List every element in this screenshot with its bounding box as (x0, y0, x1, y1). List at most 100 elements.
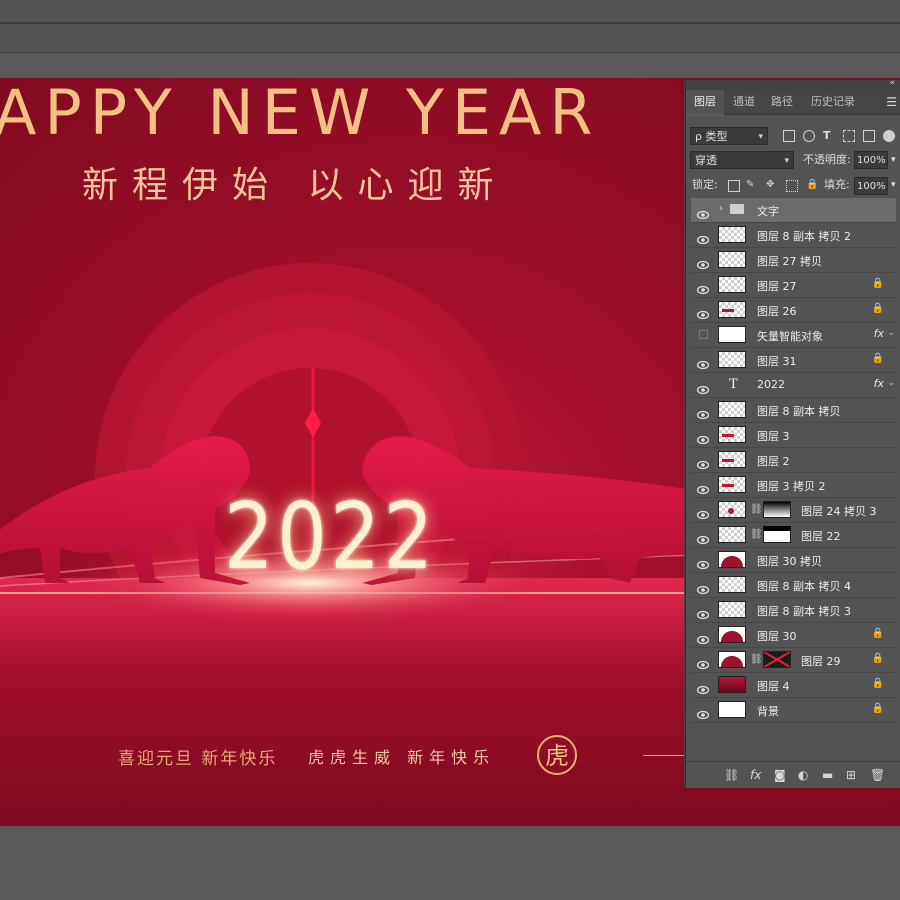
tab-paths[interactable]: 路径 (764, 90, 800, 114)
fx-icon[interactable]: fx (750, 768, 761, 782)
chain-link-icon[interactable]: ⛓ (750, 654, 763, 665)
mask-icon[interactable]: ◙ (774, 768, 786, 782)
eye-icon[interactable] (696, 205, 710, 220)
panel-titlebar[interactable]: « (686, 78, 900, 90)
chevron-right-icon[interactable]: › (719, 203, 723, 214)
panel-menu-icon[interactable]: ☰ (886, 90, 897, 114)
layer-row[interactable]: 图层 8 副本 拷贝 2 (691, 223, 896, 248)
lock-transparent-icon[interactable] (728, 180, 740, 192)
layer-name: 图层 30 拷贝 (757, 555, 822, 568)
smart-object-filter-icon[interactable] (863, 130, 875, 142)
lock-position-icon[interactable]: ✥ (766, 179, 774, 191)
link-icon[interactable]: ⛓ (724, 768, 739, 782)
layer-row[interactable]: 图层 2 (691, 448, 896, 473)
eye-icon[interactable] (696, 405, 710, 420)
collapse-icon[interactable]: « (889, 78, 895, 88)
layer-thumbnail (718, 301, 746, 318)
lock-icon: 🔒 (871, 653, 884, 664)
eye-icon[interactable] (696, 305, 710, 320)
adjustment-icon[interactable]: ◐ (798, 768, 808, 782)
chain-link-icon[interactable]: ⛓ (750, 504, 763, 515)
fx-icon[interactable]: fx (874, 377, 884, 390)
layer-thumbnail (718, 476, 746, 493)
layer-row-text[interactable]: T 2022 fx ⌄ (691, 373, 896, 398)
layer-thumbnail (718, 701, 746, 718)
fill-input[interactable]: 100% (854, 177, 888, 195)
layer-row[interactable]: 图层 31 🔒 (691, 348, 896, 373)
layer-name: 图层 3 (757, 430, 790, 443)
layer-row[interactable]: 图层 4 🔒 (691, 673, 896, 698)
eye-icon[interactable] (696, 430, 710, 445)
tab-channels[interactable]: 通道 (726, 90, 762, 114)
eye-icon[interactable] (696, 355, 710, 370)
eye-icon[interactable] (696, 630, 710, 645)
eye-icon[interactable] (696, 380, 710, 395)
eye-icon[interactable] (696, 530, 710, 545)
layer-row-group-text[interactable]: › 文字 (691, 198, 896, 223)
layer-mask-thumbnail[interactable] (763, 651, 791, 668)
layer-row-masked[interactable]: ⛓ 图层 22 (691, 523, 896, 548)
lock-pixels-icon[interactable]: ✎ (746, 179, 754, 191)
eye-icon[interactable] (696, 230, 710, 245)
pixel-filter-icon[interactable] (783, 130, 795, 142)
layer-mask-thumbnail[interactable] (763, 501, 791, 518)
panel-tabs: 图层 通道 路径 历史记录 ☰ (686, 90, 900, 116)
lock-label: 锁定: (692, 178, 718, 191)
eye-icon[interactable] (696, 255, 710, 270)
layer-thumbnail (718, 576, 746, 593)
fx-icon[interactable]: fx (874, 327, 884, 340)
lock-artboard-icon[interactable] (786, 180, 798, 192)
layer-row[interactable]: 图层 8 副本 拷贝 3 (691, 598, 896, 623)
layer-row[interactable]: 图层 26 🔒 (691, 298, 896, 323)
filter-toggle-icon[interactable] (883, 130, 895, 142)
layer-name: 图层 2 (757, 455, 790, 468)
lock-all-icon[interactable]: 🔒 (806, 179, 818, 191)
eye-icon[interactable] (696, 505, 710, 520)
blend-mode-select[interactable]: 穿透 ▾ (690, 151, 794, 169)
chain-link-icon[interactable]: ⛓ (750, 529, 763, 540)
layer-row-masked[interactable]: ⛓ 图层 24 拷贝 3 (691, 498, 896, 523)
layer-row[interactable]: 图层 8 副本 拷贝 4 (691, 573, 896, 598)
layer-row[interactable]: 图层 30 拷贝 (691, 548, 896, 573)
layer-row-masked[interactable]: ⛓ 图层 29 🔒 (691, 648, 896, 673)
eye-icon[interactable] (696, 580, 710, 595)
eye-icon[interactable] (696, 280, 710, 295)
adjustment-filter-icon[interactable] (803, 130, 815, 142)
layer-row[interactable]: 图层 3 (691, 423, 896, 448)
chevron-down-icon[interactable]: ⌄ (887, 328, 895, 338)
eye-icon[interactable] (696, 480, 710, 495)
layer-mask-thumbnail[interactable] (763, 526, 791, 543)
eye-icon[interactable] (696, 655, 710, 670)
chevron-down-icon[interactable]: ▾ (891, 151, 896, 169)
shape-filter-icon[interactable] (843, 130, 855, 142)
layer-name: 文字 (757, 205, 779, 218)
layer-row[interactable]: 图层 8 副本 拷贝 (691, 398, 896, 423)
new-layer-icon[interactable]: ⊞ (846, 768, 856, 782)
layer-list: › 文字 图层 8 副本 拷贝 2 图层 27 拷贝 图层 27 🔒 图层 26… (691, 198, 896, 723)
layer-row[interactable]: 图层 3 拷贝 2 (691, 473, 896, 498)
opacity-input[interactable]: 100% (854, 151, 888, 169)
chevron-down-icon[interactable]: ▾ (891, 176, 896, 194)
eye-icon[interactable] (696, 455, 710, 470)
visibility-off-box[interactable] (699, 330, 708, 339)
layer-row[interactable]: 图层 27 拷贝 (691, 248, 896, 273)
layer-row-smart-object[interactable]: 矢量智能对象 fx ⌄ (691, 323, 896, 348)
trash-icon[interactable]: 🗑 (870, 768, 885, 782)
type-filter-icon[interactable]: T (823, 127, 831, 145)
eye-icon[interactable] (696, 555, 710, 570)
layer-row[interactable]: 图层 27 🔒 (691, 273, 896, 298)
layer-name: 图层 8 副本 拷贝 3 (757, 605, 851, 618)
tab-history[interactable]: 历史记录 (804, 90, 862, 114)
eye-icon[interactable] (696, 680, 710, 695)
layer-row[interactable]: 图层 30 🔒 (691, 623, 896, 648)
filter-row: ρ 类型 ▾ T (686, 124, 900, 148)
tab-layers[interactable]: 图层 (686, 90, 724, 116)
layer-row-background[interactable]: 背景 🔒 (691, 698, 896, 723)
eye-icon[interactable] (696, 605, 710, 620)
layer-filter-select[interactable]: ρ 类型 ▾ (690, 127, 768, 145)
lock-icon: 🔒 (871, 703, 884, 714)
folder-icon[interactable]: ▬ (822, 768, 833, 782)
eye-icon[interactable] (696, 705, 710, 720)
chevron-down-icon[interactable]: ⌄ (887, 378, 895, 388)
layer-thumbnail (718, 501, 746, 518)
